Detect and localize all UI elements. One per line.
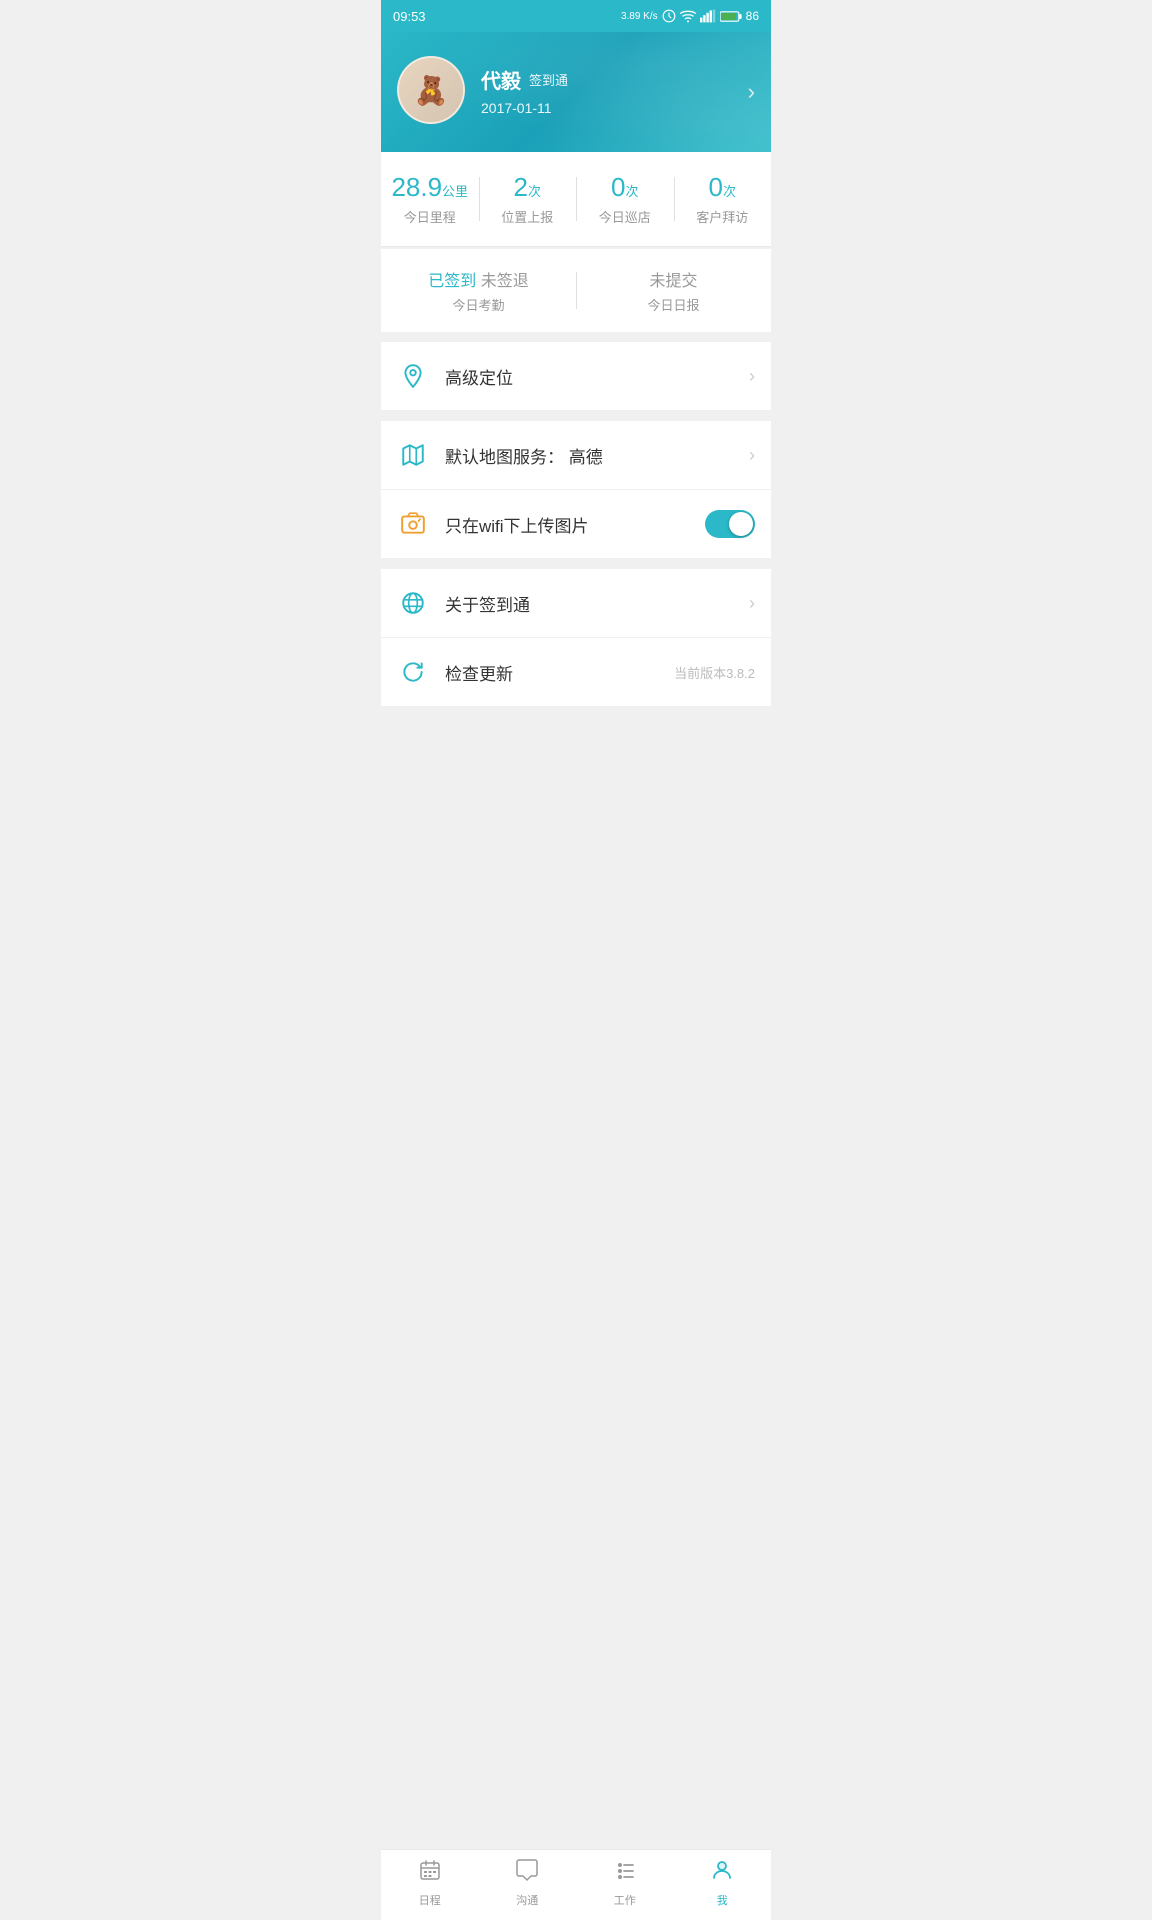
location-icon: [397, 360, 429, 392]
about-text: 关于签到通: [445, 591, 749, 616]
not-signed-out-status: 未签退: [481, 273, 529, 290]
section-divider-1: [381, 332, 771, 342]
profile-badge: 签到通: [529, 70, 568, 89]
stat-mileage: 28.9公里 今日里程: [381, 172, 479, 226]
attendance-label: 今日考勤: [381, 295, 576, 314]
refresh-icon: [397, 656, 429, 688]
stat-patrol-number: 0: [611, 172, 625, 202]
stat-report-label: 位置上报: [479, 207, 577, 226]
menu-item-wifi-upload[interactable]: 只在wifi下上传图片: [381, 490, 771, 559]
nav-work-label: 工作: [614, 1892, 636, 1908]
battery-percent: 86: [746, 9, 759, 23]
globe-icon: [397, 587, 429, 619]
check-update-text: 检查更新: [445, 660, 674, 685]
nav-chat-label: 沟通: [516, 1892, 538, 1908]
stat-report: 2次 位置上报: [479, 172, 577, 226]
stat-visit: 0次 客户拜访: [674, 172, 772, 226]
version-text: 当前版本3.8.2: [674, 663, 755, 682]
wifi-upload-toggle[interactable]: [705, 510, 755, 538]
map-service-chevron-icon: ›: [749, 445, 755, 466]
stat-patrol: 0次 今日巡店: [576, 172, 674, 226]
me-icon: [710, 1858, 734, 1888]
wifi-upload-text: 只在wifi下上传图片: [445, 512, 705, 537]
menu-section-map: 默认地图服务： 高德 › 只在wifi下上传图片: [381, 421, 771, 559]
section-divider-2: [381, 411, 771, 421]
nav-item-chat[interactable]: 沟通: [479, 1858, 577, 1908]
profile-info: 代毅 签到通 2017-01-11: [481, 65, 755, 116]
menu-item-advanced-location[interactable]: 高级定位 ›: [381, 342, 771, 411]
calendar-icon: [418, 1858, 442, 1888]
stat-visit-label: 客户拜访: [674, 207, 772, 226]
battery-icon: [720, 10, 742, 23]
nav-item-me[interactable]: 我: [674, 1858, 772, 1908]
chat-icon: [515, 1858, 539, 1888]
menu-item-map-service[interactable]: 默认地图服务： 高德 ›: [381, 421, 771, 490]
nav-item-work[interactable]: 工作: [576, 1858, 674, 1908]
stat-mileage-number: 28.9: [391, 172, 442, 202]
stat-report-number: 2: [514, 172, 528, 202]
work-icon: [613, 1858, 637, 1888]
about-chevron-icon: ›: [749, 593, 755, 614]
network-speed: 3.89 K/s: [621, 11, 658, 22]
attendance-section: 已签到 未签退 今日考勤 未提交 今日日报: [381, 249, 771, 332]
nav-me-label: 我: [717, 1892, 728, 1908]
advanced-location-chevron-icon: ›: [749, 366, 755, 387]
nav-item-schedule[interactable]: 日程: [381, 1858, 479, 1908]
attendance-report: 未提交 今日日报: [576, 267, 771, 314]
photo-icon: [397, 508, 429, 540]
bottom-nav: 日程 沟通 工作 我: [381, 1849, 771, 1920]
clock-icon: [662, 9, 676, 23]
status-right: 3.89 K/s 86: [621, 9, 759, 23]
stat-visit-number: 0: [709, 172, 723, 202]
profile-name: 代毅: [481, 65, 521, 94]
profile-date: 2017-01-11: [481, 100, 755, 116]
advanced-location-text: 高级定位: [445, 364, 749, 389]
avatar: 🧸: [397, 56, 465, 124]
profile-header[interactable]: 🧸 代毅 签到通 2017-01-11 ›: [381, 32, 771, 152]
wifi-icon: [680, 9, 696, 23]
nav-schedule-label: 日程: [419, 1892, 441, 1908]
map-icon: [397, 439, 429, 471]
status-bar: 09:53 3.89 K/s 86: [381, 0, 771, 32]
attendance-checkin: 已签到 未签退 今日考勤: [381, 267, 576, 314]
menu-item-about[interactable]: 关于签到通 ›: [381, 569, 771, 638]
signed-in-status: 已签到: [428, 273, 476, 290]
map-service-text: 默认地图服务： 高德: [445, 443, 749, 468]
status-time: 09:53: [393, 9, 426, 24]
menu-item-check-update[interactable]: 检查更新 当前版本3.8.2: [381, 638, 771, 707]
menu-section-location: 高级定位 ›: [381, 342, 771, 411]
stats-section: 28.9公里 今日里程 2次 位置上报 0次 今日巡店 0次 客户拜访: [381, 152, 771, 247]
stat-mileage-label: 今日里程: [381, 207, 479, 226]
menu-section-about: 关于签到通 › 检查更新 当前版本3.8.2: [381, 569, 771, 707]
daily-report-label: 今日日报: [576, 295, 771, 314]
signal-icon: [700, 9, 716, 23]
stat-patrol-label: 今日巡店: [576, 207, 674, 226]
section-divider-3: [381, 559, 771, 569]
not-submitted-status: 未提交: [576, 267, 771, 291]
